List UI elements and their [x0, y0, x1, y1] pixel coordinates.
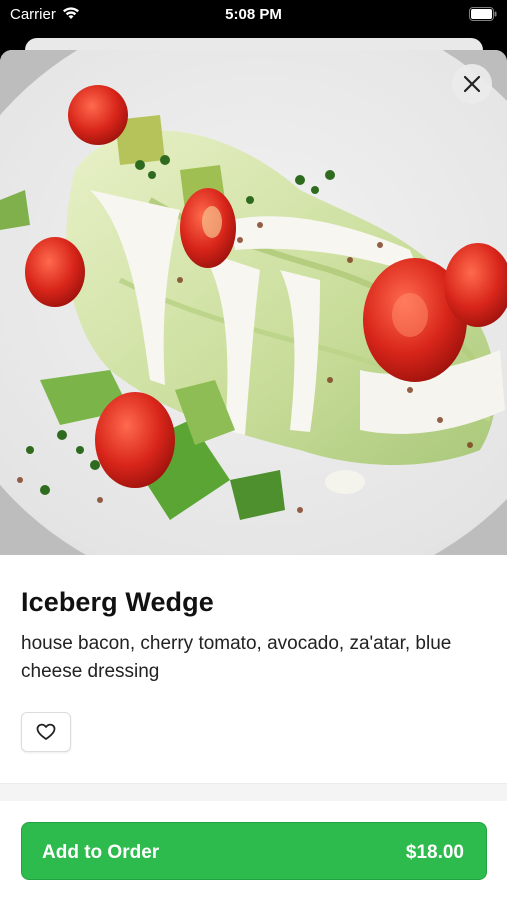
item-title: Iceberg Wedge [21, 587, 214, 617]
item-price: $18.00 [405, 842, 464, 863]
status-bar: Carrier 5:08 PM [0, 0, 507, 30]
item-photo [0, 50, 507, 555]
close-button[interactable] [452, 64, 492, 104]
salad-photo [0, 50, 507, 555]
heart-icon [36, 723, 56, 740]
footer-divider [0, 783, 507, 801]
add-to-order-label: Add to Order [42, 842, 160, 863]
favorite-button[interactable] [21, 712, 71, 752]
item-detail-modal: Iceberg Wedge house bacon, cherry tomato… [0, 50, 507, 900]
add-to-order-button[interactable]: Add to Order $18.00 [21, 822, 487, 880]
battery-icon [469, 7, 497, 21]
item-description: house bacon, cherry tomato, avocado, za'… [21, 633, 452, 682]
close-icon [463, 75, 481, 93]
status-time: 5:08 PM [225, 6, 282, 23]
